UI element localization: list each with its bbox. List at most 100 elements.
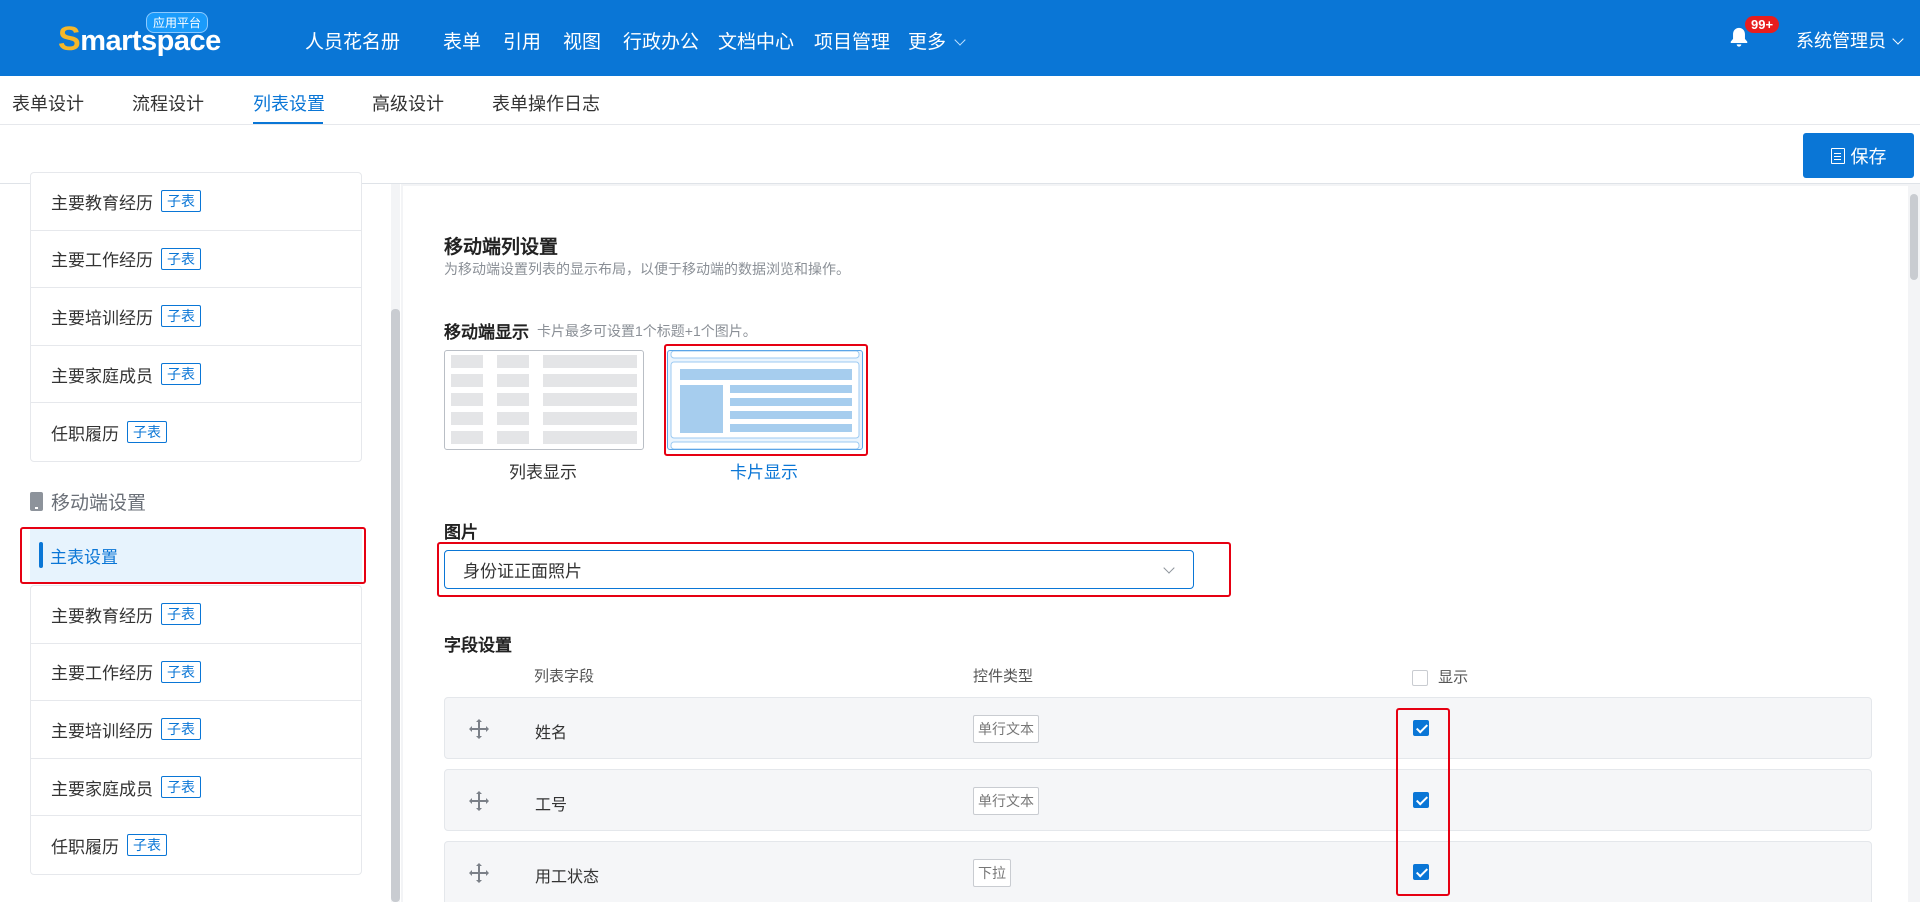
card-layout-label[interactable]: 卡片显示 [730,458,798,483]
drag-handle-icon[interactable] [467,789,491,813]
chevron-down-icon [1163,562,1175,574]
nav-views[interactable]: 视图 [563,27,601,54]
tab-list-settings[interactable]: 列表设置 [253,90,325,116]
subtable-tag: 子表 [127,421,167,444]
list-item-training[interactable]: 主要培训经历 子表 [31,288,361,346]
list-item-positions[interactable]: 任职履历 子表 [31,403,361,461]
scrollbar-thumb[interactable] [391,309,400,902]
list-item-label: 主要工作经历 [51,251,153,271]
show-checkbox[interactable] [1413,792,1429,808]
mobile-subtable-list: 主要教育经历 子表 主要工作经历 子表 主要培训经历 子表 主要家庭成员 子表 任职履历… [30,585,362,875]
nav-references[interactable]: 引用 [503,27,541,54]
active-tab-indicator [253,122,323,124]
tab-form-operation-log[interactable]: 表单操作日志 [492,90,600,116]
platform-badge: 应用平台 [146,12,209,33]
list-item-label: 任职履历 [51,837,119,857]
list-item-family[interactable]: 主要家庭成员 子表 [31,346,361,404]
field-name: 工号 [535,797,568,814]
field-settings-label: 字段设置 [444,636,512,655]
column-header-type: 控件类型 [973,668,1034,685]
save-button[interactable]: 保存 [1803,133,1914,178]
nav-more[interactable]: 更多 [908,27,966,54]
list-layout-thumbnail [451,355,637,444]
drag-handle-icon[interactable] [467,717,491,741]
list-layout-option[interactable] [444,350,644,450]
image-field-value: 身份证正面照片 [463,562,582,581]
mobile-settings-section-title: 移动端设置 [30,488,146,515]
show-checkbox[interactable] [1413,864,1429,880]
subtable-tag: 子表 [161,660,201,683]
select-all-checkbox[interactable] [1412,670,1428,687]
design-tab-bar: 表单设计 流程设计 列表设置 高级设计 表单操作日志 [0,76,1920,125]
tab-advanced-design[interactable]: 高级设计 [372,90,444,116]
left-scrollbar[interactable] [391,184,400,902]
subtable-tag: 子表 [161,305,201,328]
list-item-positions[interactable]: 任职履历 子表 [31,816,361,874]
image-field-label: 图片 [444,523,478,542]
list-item-work[interactable]: 主要工作经历 子表 [31,644,361,702]
nav-roster[interactable]: 人员花名册 [305,27,400,54]
column-header-show-label: 显示 [1438,669,1469,686]
subtable-tag: 子表 [161,718,201,741]
nav-more-label: 更多 [908,32,947,53]
document-icon [1830,147,1845,164]
control-type-tag: 下拉 [973,859,1011,887]
section-title: 移动端列设置 [444,237,559,258]
user-name: 系统管理员 [1796,31,1886,51]
list-item-label: 主要培训经历 [51,721,153,741]
list-item-label: 主要培训经历 [51,308,153,328]
list-item-education[interactable]: 主要教育经历 子表 [31,586,361,644]
mobile-display-label: 移动端显示 [444,323,529,342]
table-row: 工号 单行文本 [444,769,1872,831]
user-menu[interactable]: 系统管理员 [1796,27,1904,53]
chevron-down-icon [954,34,966,46]
right-scrollbar[interactable] [1908,184,1920,902]
column-header-field: 列表字段 [534,668,595,685]
subtable-tag: 子表 [161,603,201,626]
list-item-label: 任职履历 [51,424,119,444]
table-row: 用工状态 下拉 [444,841,1872,902]
active-indicator [39,542,43,568]
card-layout-option[interactable] [667,350,863,450]
list-item-label: 主要教育经历 [51,606,153,626]
top-navigation-bar: Smartspace 应用平台 人员花名册 表单 引用 视图 行政办公 文档中心… [0,0,1920,76]
subtable-list: 主要教育经历 子表 主要工作经历 子表 主要培训经历 子表 主要家庭成员 子表 任职履历… [30,172,362,462]
save-button-label: 保存 [1850,146,1887,167]
notification-count-badge: 99+ [1745,16,1780,33]
list-layout-label[interactable]: 列表显示 [509,458,577,483]
list-item-work[interactable]: 主要工作经历 子表 [31,231,361,289]
subtable-tag: 子表 [161,190,201,213]
sidebar-item-main-settings[interactable]: 主表设置 [30,529,362,582]
sidebar-item-label: 主表设置 [50,548,118,567]
table-row: 姓名 单行文本 [444,697,1872,759]
nav-documents[interactable]: 文档中心 [718,27,794,54]
field-name: 姓名 [535,725,568,742]
card-layout-thumbnail [670,350,860,450]
nav-office[interactable]: 行政办公 [623,27,699,54]
nav-forms[interactable]: 表单 [443,27,481,54]
subtable-tag: 子表 [161,363,201,386]
list-item-family[interactable]: 主要家庭成员 子表 [31,759,361,817]
mobile-display-hint: 卡片最多可设置1个标题+1个图片。 [537,323,757,339]
mobile-settings-title: 移动端设置 [51,493,147,514]
tab-process-design[interactable]: 流程设计 [132,90,204,116]
list-item-education[interactable]: 主要教育经历 子表 [31,173,361,231]
control-type-tag: 单行文本 [973,715,1039,743]
list-item-label: 主要家庭成员 [51,366,153,386]
image-field-select[interactable]: 身份证正面照片 [444,550,1194,589]
tab-form-design[interactable]: 表单设计 [12,90,84,116]
scrollbar-thumb[interactable] [1910,194,1918,280]
subtable-tag: 子表 [161,247,201,270]
list-item-label: 主要工作经历 [51,664,153,684]
subtable-tag: 子表 [161,776,201,799]
mobile-phone-icon [30,492,43,511]
chevron-down-icon [1892,33,1904,45]
list-item-label: 主要家庭成员 [51,779,153,799]
nav-projects[interactable]: 项目管理 [814,27,890,54]
drag-handle-icon[interactable] [467,861,491,885]
show-checkbox[interactable] [1413,720,1429,736]
list-item-label: 主要教育经历 [51,193,153,213]
list-item-training[interactable]: 主要培训经历 子表 [31,701,361,759]
field-name: 用工状态 [535,869,600,886]
section-description: 为移动端设置列表的显示布局，以便于移动端的数据浏览和操作。 [444,261,850,277]
